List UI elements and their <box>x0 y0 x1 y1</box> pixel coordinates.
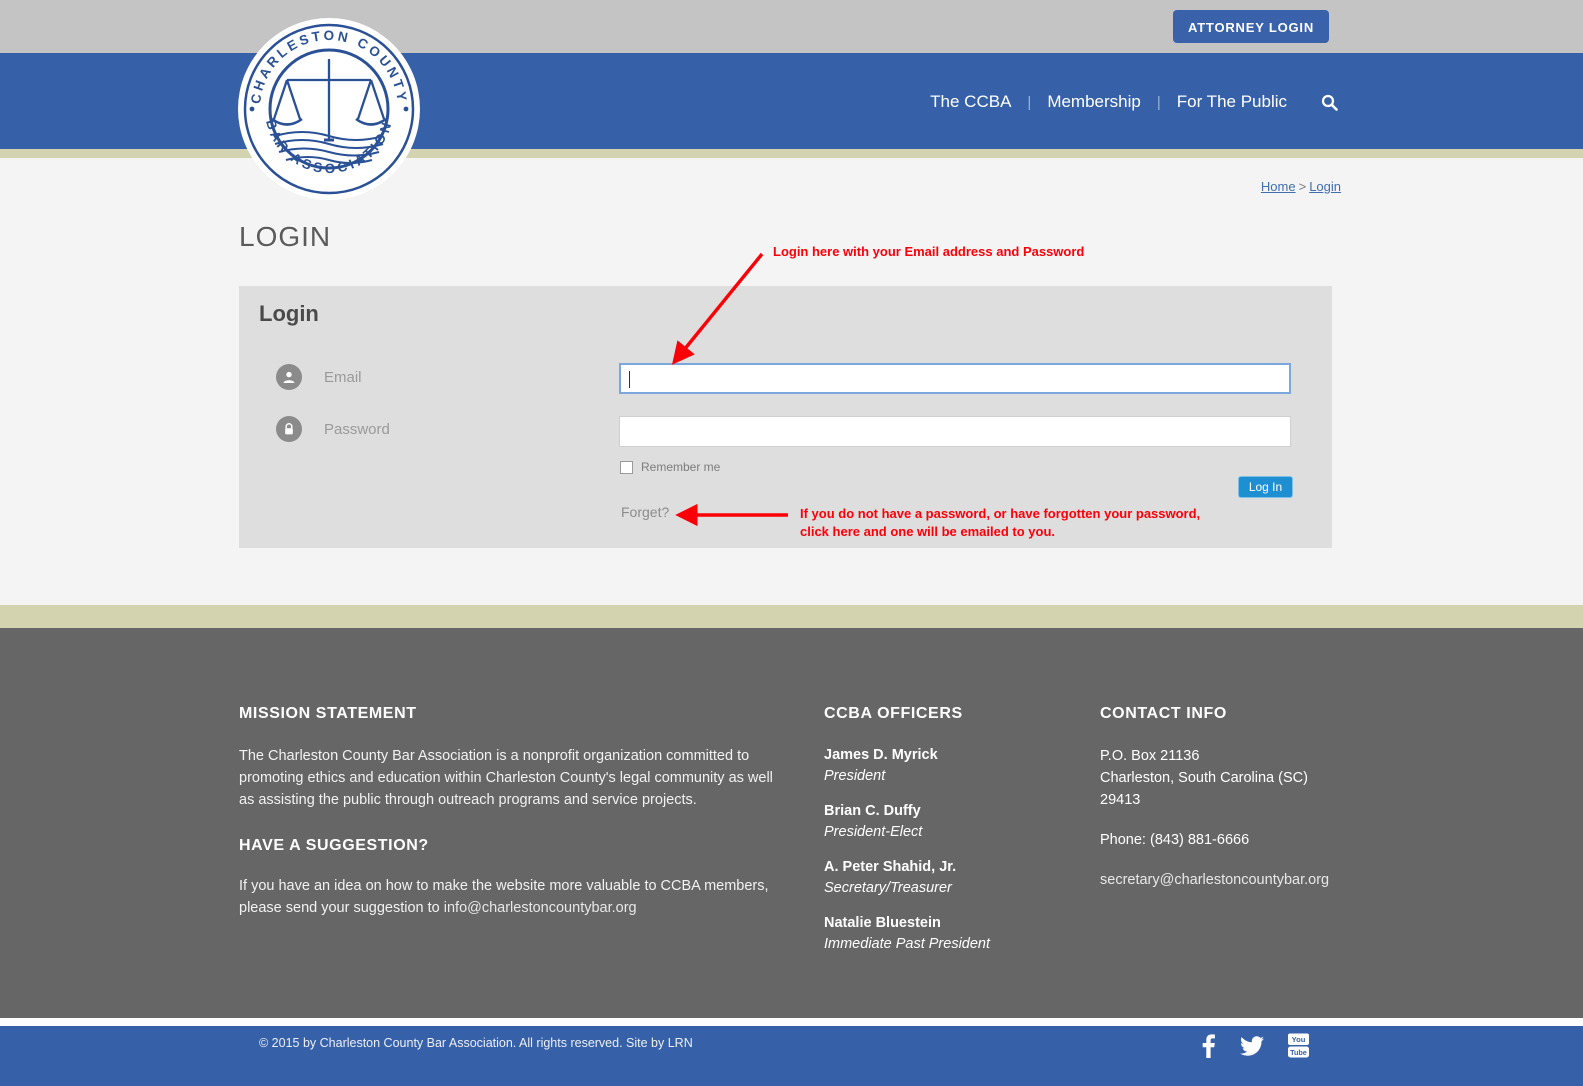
user-icon <box>276 364 302 390</box>
facebook-icon[interactable] <box>1197 1034 1217 1058</box>
contact-email-link[interactable]: secretary@charlestoncountybar.org <box>1100 872 1329 888</box>
nav-item-for-the-public[interactable]: For The Public <box>1161 92 1303 112</box>
contact-address-line3: 29413 <box>1100 789 1390 811</box>
officer-role: Immediate Past President <box>824 934 1074 955</box>
officer-role: President-Elect <box>824 822 1074 843</box>
contact-address-line2: Charleston, South Carolina (SC) <box>1100 767 1390 789</box>
khaki-divider-bottom <box>0 605 1583 628</box>
officer-name: A. Peter Shahid, Jr. <box>824 857 1074 878</box>
svg-text:You: You <box>1292 1035 1306 1044</box>
log-in-button[interactable]: Log In <box>1238 476 1293 498</box>
search-icon[interactable] <box>1303 94 1338 111</box>
password-input[interactable] <box>619 416 1291 447</box>
email-field-row: Email <box>276 364 362 390</box>
nav-item-the-ccba[interactable]: The CCBA <box>914 92 1027 112</box>
footer-contact-column: CONTACT INFO P.O. Box 21136 Charleston, … <box>1100 705 1390 891</box>
breadcrumb-separator: > <box>1296 179 1310 194</box>
annotation-bottom-line1: If you do not have a password, or have f… <box>800 505 1200 523</box>
mission-body: The Charleston County Bar Association is… <box>239 745 774 811</box>
officer-name: Brian C. Duffy <box>824 801 1074 822</box>
text-cursor <box>629 371 630 388</box>
annotation-top-text: Login here with your Email address and P… <box>773 243 1084 261</box>
copyright-text: © 2015 by Charleston County Bar Associat… <box>259 1036 693 1050</box>
twitter-icon[interactable] <box>1240 1034 1264 1058</box>
svg-text:Tube: Tube <box>1290 1048 1307 1057</box>
email-input[interactable] <box>619 363 1291 394</box>
officer-name: Natalie Bluestein <box>824 913 1074 934</box>
remember-me-row[interactable]: Remember me <box>620 460 720 474</box>
primary-nav: The CCBA | Membership | For The Public <box>914 92 1338 112</box>
officer-entry: James D. Myrick President <box>824 745 1074 787</box>
suggestion-email-link[interactable]: info@charlestoncountybar.org <box>444 900 637 916</box>
officers-heading: CCBA OFFICERS <box>824 705 1074 723</box>
officer-role: Secretary/Treasurer <box>824 878 1074 899</box>
annotation-bottom-line2: click here and one will be emailed to yo… <box>800 523 1200 541</box>
suggestion-body: If you have an idea on how to make the w… <box>239 875 774 919</box>
ccba-logo[interactable]: CHARLESTON COUNTY BAR ASSOCIATION <box>238 18 420 200</box>
youtube-icon[interactable]: You Tube <box>1287 1033 1310 1058</box>
mission-heading: MISSION STATEMENT <box>239 705 774 723</box>
contact-address-line1: P.O. Box 21136 <box>1100 745 1390 767</box>
suggestion-heading: HAVE A SUGGESTION? <box>239 837 774 855</box>
remember-me-checkbox[interactable] <box>620 461 633 474</box>
attorney-login-button[interactable]: ATTORNEY LOGIN <box>1173 10 1329 43</box>
annotation-bottom-text: If you do not have a password, or have f… <box>800 505 1200 541</box>
social-links: You Tube <box>1197 1033 1310 1058</box>
copyright-bar <box>0 1026 1583 1086</box>
contact-phone: Phone: (843) 881-6666 <box>1100 829 1390 851</box>
email-label: Email <box>324 369 362 386</box>
officer-entry: Brian C. Duffy President-Elect <box>824 801 1074 843</box>
page-title: LOGIN <box>239 221 331 253</box>
login-panel-title: Login <box>259 301 319 327</box>
breadcrumb-current: Login <box>1309 179 1341 194</box>
officer-entry: A. Peter Shahid, Jr. Secretary/Treasurer <box>824 857 1074 899</box>
password-label: Password <box>324 421 390 438</box>
lock-icon <box>276 416 302 442</box>
officer-entry: Natalie Bluestein Immediate Past Preside… <box>824 913 1074 955</box>
footer-officers-column: CCBA OFFICERS James D. Myrick President … <box>824 705 1074 969</box>
officer-name: James D. Myrick <box>824 745 1074 766</box>
officer-role: President <box>824 766 1074 787</box>
site-footer: MISSION STATEMENT The Charleston County … <box>0 628 1583 1018</box>
footer-mission-column: MISSION STATEMENT The Charleston County … <box>239 705 774 919</box>
nav-item-membership[interactable]: Membership <box>1031 92 1157 112</box>
remember-me-label: Remember me <box>641 460 720 474</box>
breadcrumb-home[interactable]: Home <box>1261 179 1296 194</box>
breadcrumb: Home>Login <box>1261 179 1341 194</box>
contact-heading: CONTACT INFO <box>1100 705 1390 723</box>
forget-password-link[interactable]: Forget? <box>621 504 669 520</box>
password-field-row: Password <box>276 416 390 442</box>
